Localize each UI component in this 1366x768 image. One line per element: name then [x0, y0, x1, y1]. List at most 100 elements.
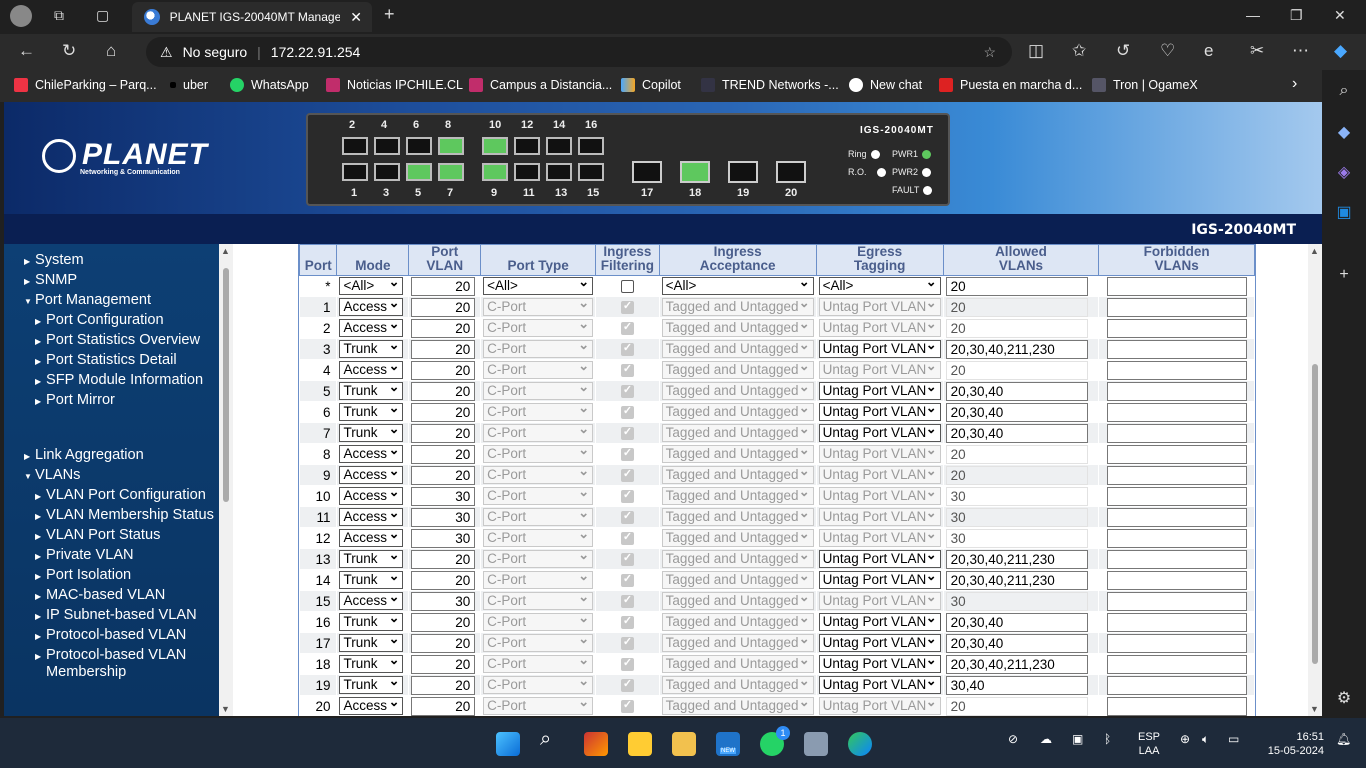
ingress-acceptance-select[interactable]: Tagged and Untagged	[661, 421, 814, 442]
port-vlan-input[interactable]: 20	[411, 276, 476, 296]
office-icon[interactable]	[584, 732, 608, 756]
mode-select[interactable]: Access	[339, 442, 404, 463]
scroll-up-icon[interactable]: ▲	[221, 246, 230, 256]
port-type-select[interactable]: C-Port	[483, 316, 594, 337]
file-explorer-icon[interactable]	[672, 732, 696, 756]
mode-select[interactable]: Access	[339, 694, 404, 715]
outlook-icon[interactable]: ▣	[1334, 202, 1354, 222]
port-type-select[interactable]: C-Port	[483, 379, 594, 400]
menu-item[interactable]: ▼ Port Management	[24, 292, 151, 310]
ingress-acceptance-select[interactable]: Tagged and Untagged	[661, 463, 814, 484]
allowed-vlans-input[interactable]: 20,30,40	[945, 423, 1088, 443]
port-vlan-input[interactable]: 20	[411, 465, 476, 485]
forbidden-vlans-input[interactable]	[1107, 528, 1248, 548]
port-vlan-input[interactable]: 30	[411, 591, 476, 611]
menu-item[interactable]: ▶ SNMP	[24, 272, 77, 290]
forbidden-vlans-input[interactable]	[1107, 507, 1248, 527]
new-tab-icon[interactable]: +	[384, 4, 395, 25]
mode-select[interactable]: Trunk	[339, 337, 404, 358]
port-vlan-input[interactable]: 30	[411, 507, 476, 527]
allowed-vlans-input[interactable]: 20,30,40,211,230	[945, 570, 1088, 590]
port-type-select[interactable]: <All>	[483, 274, 594, 295]
volume-icon[interactable]: 🔈︎	[1202, 732, 1209, 747]
port-type-select[interactable]: C-Port	[483, 652, 594, 673]
forbidden-vlans-input[interactable]	[1107, 486, 1248, 506]
forbidden-vlans-input[interactable]	[1107, 570, 1248, 590]
forbidden-vlans-input[interactable]	[1107, 675, 1248, 695]
port-type-select[interactable]: C-Port	[483, 463, 594, 484]
mode-select[interactable]: Trunk	[339, 673, 404, 694]
menu-item[interactable]: ▶ Protocol-based VLAN	[35, 627, 186, 645]
menu-item[interactable]: ▼ VLANs	[24, 467, 80, 485]
port-vlan-input[interactable]: 20	[411, 402, 476, 422]
battery-icon[interactable]: ▭	[1228, 732, 1239, 746]
allowed-vlans-input[interactable]: 20	[945, 696, 1088, 716]
history-icon[interactable]: ↺	[1116, 41, 1130, 61]
mode-select[interactable]: Access	[339, 505, 404, 526]
menu-item[interactable]: ▶ Port Statistics Overview	[35, 332, 200, 350]
forbidden-vlans-input[interactable]	[1107, 297, 1248, 317]
port-vlan-input[interactable]: 20	[411, 675, 476, 695]
egress-tagging-select[interactable]: Untag Port VLAN	[818, 526, 941, 547]
menu-item[interactable]: ▶ MAC-based VLAN	[35, 587, 165, 605]
ingress-acceptance-select[interactable]: Tagged and Untagged	[661, 631, 814, 652]
menu-item[interactable]: ▶ Port Configuration	[35, 312, 164, 330]
scroll-down-icon[interactable]: ▼	[1310, 704, 1319, 714]
forbidden-vlans-input[interactable]	[1107, 654, 1248, 674]
menu-item[interactable]: ▶ Private VLAN	[35, 547, 134, 565]
mode-select[interactable]: Trunk	[339, 400, 404, 421]
mode-select[interactable]: Trunk	[339, 610, 404, 631]
mode-select[interactable]: Access	[339, 463, 404, 484]
ingress-acceptance-select[interactable]: Tagged and Untagged	[661, 694, 814, 715]
menu-item[interactable]: ▶ VLAN Port Configuration	[35, 487, 206, 505]
allowed-vlans-input[interactable]: 20,30,40	[945, 612, 1088, 632]
allowed-vlans-input[interactable]: 20	[945, 465, 1088, 485]
mode-select[interactable]: Trunk	[339, 568, 404, 589]
allowed-vlans-input[interactable]: 20	[945, 360, 1088, 380]
clock[interactable]: 16:51 15-05-2024	[1258, 730, 1324, 758]
calculator-icon[interactable]	[804, 732, 828, 756]
mode-select[interactable]: Access	[339, 358, 404, 379]
egress-tagging-select[interactable]: Untag Port VLAN	[818, 631, 941, 652]
notifications-icon[interactable]: 🔔︎	[1336, 732, 1351, 746]
allowed-vlans-input[interactable]: 20,30,40,211,230	[945, 549, 1088, 569]
menu-item[interactable]: ▶ VLAN Membership Status	[35, 507, 214, 525]
favorites-icon[interactable]: ✩	[1072, 41, 1086, 61]
back-icon[interactable]: ←	[18, 41, 35, 61]
egress-tagging-select[interactable]: Untag Port VLAN	[818, 295, 941, 316]
mode-select[interactable]: Trunk	[339, 631, 404, 652]
bookmark-item[interactable]: Campus a Distancia...	[469, 78, 612, 92]
menu-item[interactable]: ▶ Port Statistics Detail	[35, 352, 177, 370]
screenshot-icon[interactable]: ✂	[1250, 41, 1264, 61]
ingress-filtering-checkbox[interactable]	[620, 280, 634, 294]
forbidden-vlans-input[interactable]	[1107, 591, 1248, 611]
egress-tagging-select[interactable]: Untag Port VLAN	[818, 673, 941, 694]
port-vlan-input[interactable]: 20	[411, 654, 476, 674]
allowed-vlans-input[interactable]: 20	[945, 318, 1088, 338]
egress-tagging-select[interactable]: Untag Port VLAN	[818, 547, 941, 568]
port-type-select[interactable]: C-Port	[483, 484, 594, 505]
forbidden-vlans-input[interactable]	[1107, 465, 1248, 485]
allowed-vlans-input[interactable]: 20,30,40,211,230	[945, 654, 1088, 674]
port-vlan-input[interactable]: 20	[411, 360, 476, 380]
chevron-right-icon[interactable]: ›	[1292, 75, 1297, 93]
egress-tagging-select[interactable]: Untag Port VLAN	[818, 484, 941, 505]
forbidden-vlans-input[interactable]	[1107, 360, 1248, 380]
close-tab-icon[interactable]: ✕	[350, 9, 362, 26]
port-vlan-input[interactable]: 20	[411, 696, 476, 716]
port-vlan-input[interactable]: 20	[411, 633, 476, 653]
egress-tagging-select[interactable]: Untag Port VLAN	[818, 421, 941, 442]
more-icon[interactable]: ⋯	[1292, 41, 1309, 61]
bookmark-item[interactable]: TREND Networks -...	[701, 78, 839, 92]
egress-tagging-select[interactable]: Untag Port VLAN	[818, 463, 941, 484]
port-vlan-input[interactable]: 20	[411, 339, 476, 359]
egress-tagging-select[interactable]: <All>	[818, 274, 941, 295]
ingress-acceptance-select[interactable]: Tagged and Untagged	[661, 610, 814, 631]
star-icon[interactable]: ☆	[983, 44, 996, 61]
mode-select[interactable]: Trunk	[339, 421, 404, 442]
forbidden-vlans-input[interactable]	[1107, 696, 1248, 716]
allowed-vlans-input[interactable]: 30	[945, 528, 1088, 548]
active-tab[interactable]: PLANET IGS-20040MT Managed ✕	[132, 2, 372, 32]
egress-tagging-select[interactable]: Untag Port VLAN	[818, 652, 941, 673]
mode-select[interactable]: Access	[339, 526, 404, 547]
